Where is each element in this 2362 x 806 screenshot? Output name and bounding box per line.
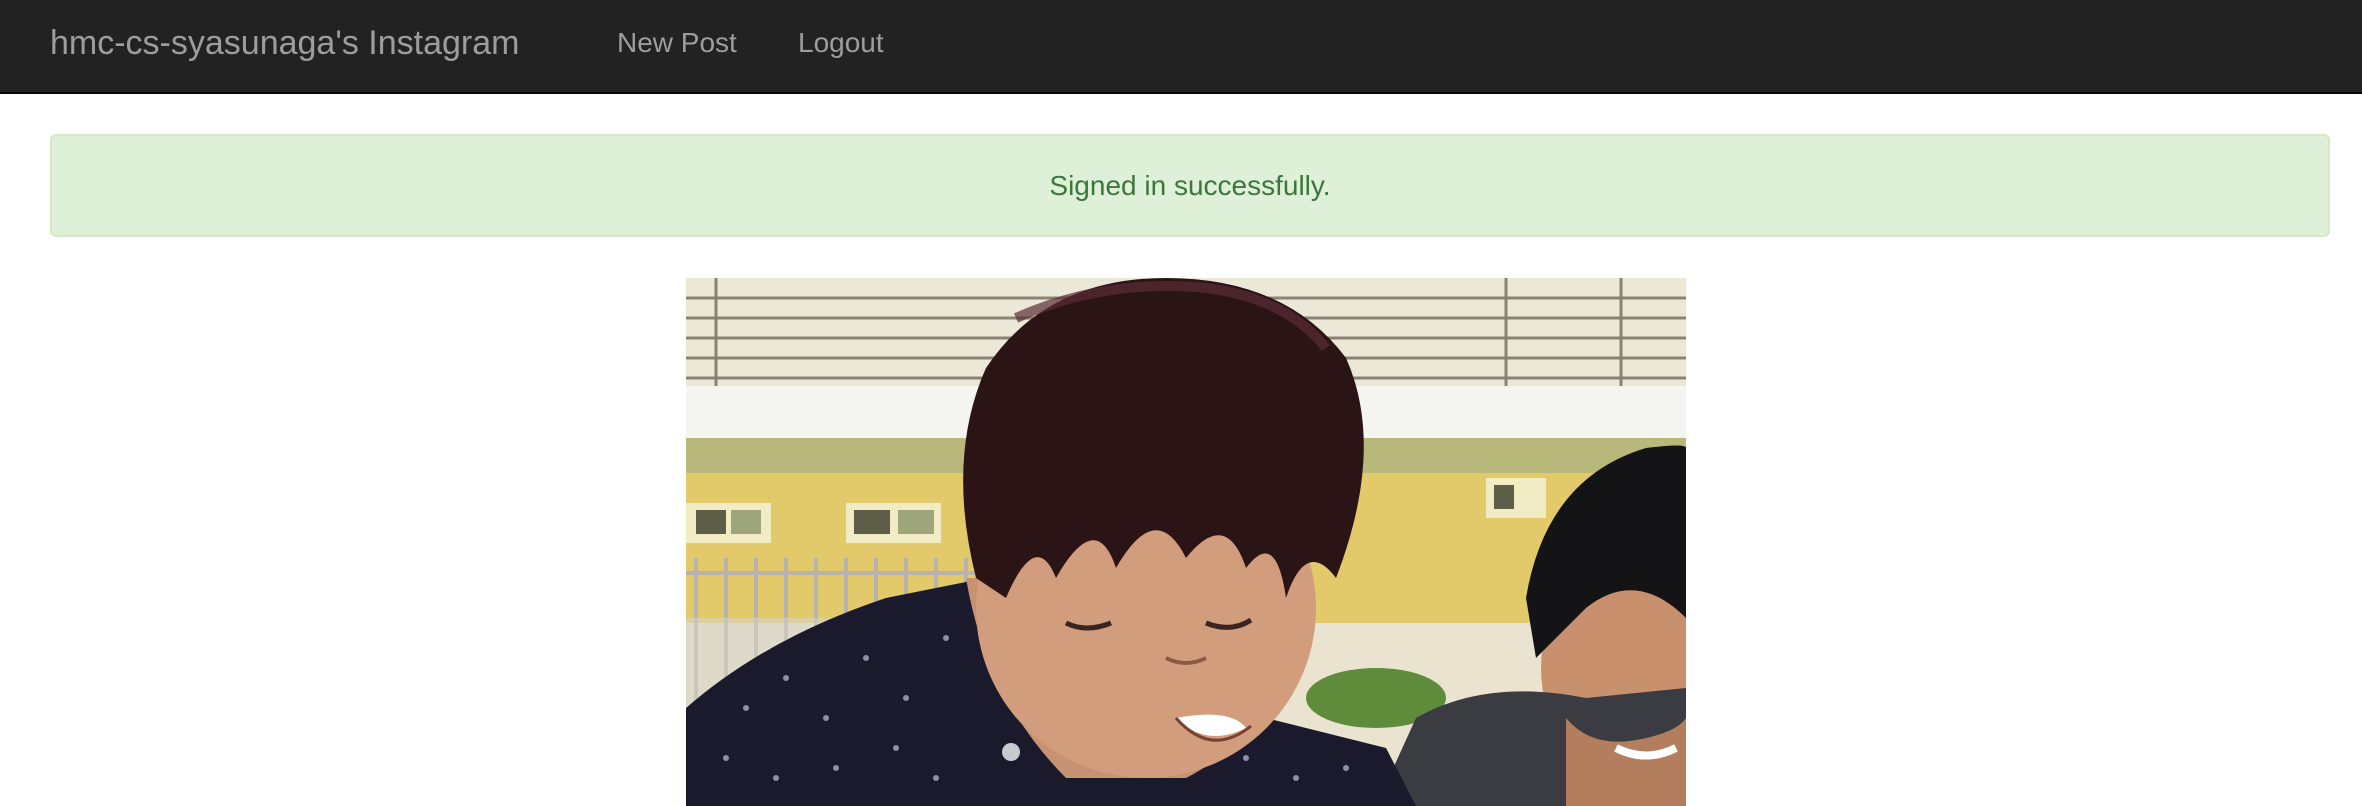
post-photo[interactable]	[686, 278, 1686, 806]
navbar: hmc-cs-syasunaga's Instagram New Post Lo…	[0, 0, 2362, 94]
success-alert: Signed in successfully.	[50, 134, 2330, 237]
new-post-link[interactable]: New Post	[617, 0, 737, 92]
alert-message: Signed in successfully.	[1049, 170, 1331, 201]
brand-link[interactable]: hmc-cs-syasunaga's Instagram	[50, 0, 519, 92]
logout-link[interactable]: Logout	[798, 0, 884, 92]
